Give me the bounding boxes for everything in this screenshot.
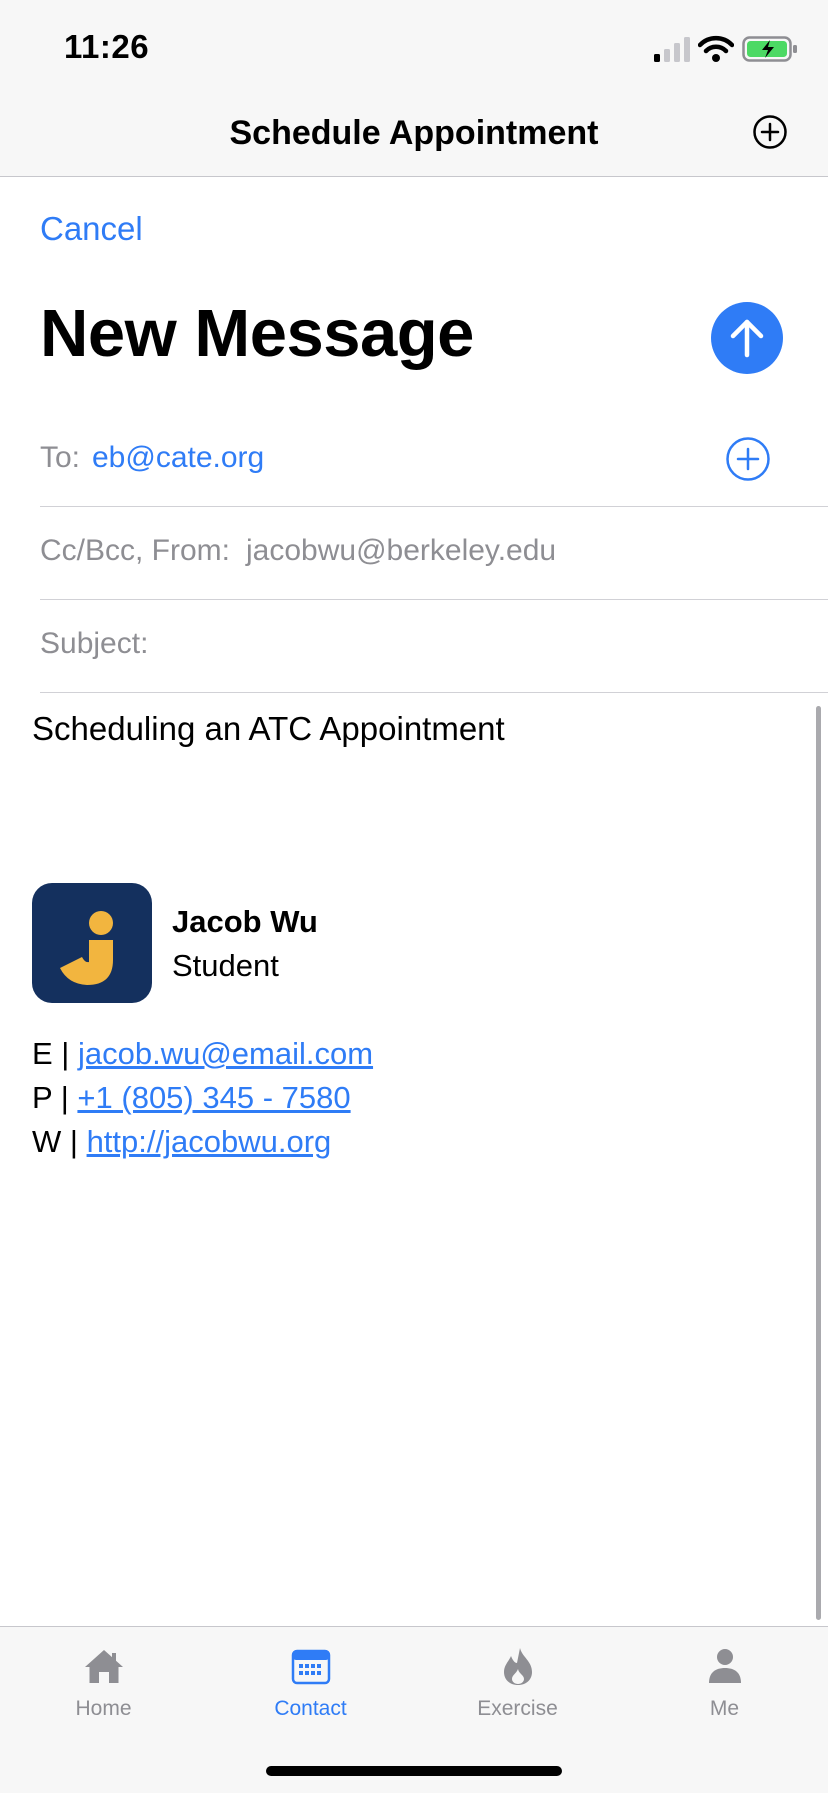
cancel-button[interactable]: Cancel xyxy=(40,210,143,248)
j-logo-icon xyxy=(60,911,113,985)
to-recipient[interactable]: eb@cate.org xyxy=(92,441,264,475)
signature-name: Jacob Wu xyxy=(172,904,318,939)
signature-logo xyxy=(32,883,152,1003)
email-link[interactable]: jacob.wu@email.com xyxy=(78,1036,373,1071)
signature-email-line: E | jacob.wu@email.com xyxy=(32,1036,373,1072)
from-address[interactable]: jacobwu@berkeley.edu xyxy=(246,534,556,568)
add-recipient-icon[interactable] xyxy=(724,435,772,483)
tab-exercise-label: Exercise xyxy=(477,1697,558,1720)
tab-exercise[interactable]: Exercise xyxy=(414,1627,621,1747)
scrollbar[interactable] xyxy=(816,706,821,1620)
house-icon xyxy=(85,1650,123,1683)
cc-bcc-from-label: Cc/Bcc, From: xyxy=(40,534,231,567)
navigation-bar: Schedule Appointment xyxy=(0,100,828,177)
web-prefix: W | xyxy=(32,1124,78,1159)
message-body[interactable]: Scheduling an ATC Appointment xyxy=(32,710,505,748)
tab-home-label: Home xyxy=(75,1697,132,1720)
signature-role: Student xyxy=(172,948,279,983)
tab-me[interactable]: Me xyxy=(621,1627,828,1747)
calendar-icon xyxy=(291,1649,331,1685)
subject-field[interactable]: Subject: xyxy=(40,599,828,693)
nav-title: Schedule Appointment xyxy=(229,114,599,152)
arrow-up-icon xyxy=(730,319,764,358)
web-link[interactable]: http://jacobwu.org xyxy=(87,1124,332,1159)
cellular-signal-icon xyxy=(654,37,690,62)
flame-icon xyxy=(504,1648,532,1685)
tab-contact-label: Contact xyxy=(274,1697,347,1720)
status-bar: 11:26 xyxy=(0,0,828,100)
phone-link[interactable]: +1 (805) 345 - 7580 xyxy=(77,1080,350,1115)
home-indicator xyxy=(266,1766,562,1776)
person-icon xyxy=(709,1649,741,1683)
subject-label: Subject: xyxy=(40,627,149,660)
to-label: To: xyxy=(40,441,81,474)
tab-contact[interactable]: Contact xyxy=(207,1627,414,1747)
phone-prefix: P | xyxy=(32,1080,69,1115)
battery-charging-icon xyxy=(742,36,797,62)
page-title: New Message xyxy=(40,296,474,371)
tab-home[interactable]: Home xyxy=(0,1627,207,1747)
signature-phone-line: P | +1 (805) 345 - 7580 xyxy=(32,1080,351,1116)
cc-bcc-from-field[interactable]: Cc/Bcc, From: jacobwu@berkeley.edu xyxy=(40,506,828,600)
wifi-icon xyxy=(698,35,734,62)
status-time: 11:26 xyxy=(64,28,150,65)
add-circle-icon[interactable] xyxy=(752,114,788,150)
to-field[interactable]: To: eb@cate.org xyxy=(40,413,828,507)
signature-web-line: W | http://jacobwu.org xyxy=(32,1124,331,1160)
tab-me-label: Me xyxy=(709,1697,740,1720)
email-prefix: E | xyxy=(32,1036,70,1071)
send-button[interactable] xyxy=(711,302,783,374)
